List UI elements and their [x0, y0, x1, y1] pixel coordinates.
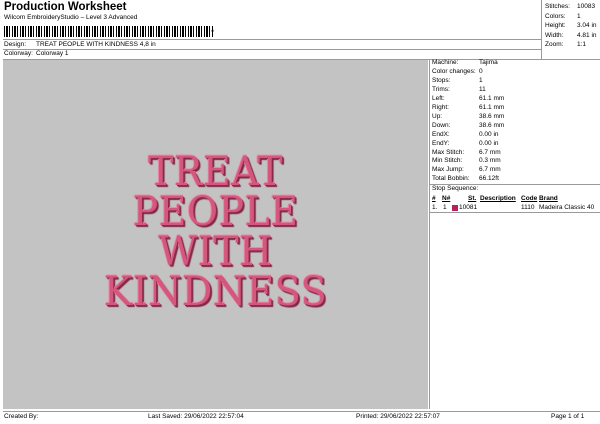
row-stitches: 10081	[459, 204, 478, 211]
last-saved: Last Saved: 29/06/2022 22:57:04	[148, 413, 244, 420]
stat-label: Colors:	[545, 12, 566, 20]
prop-value: 0	[479, 67, 483, 75]
prop-value: 61.1 mm	[479, 94, 505, 102]
stat-value: 3.04 in	[577, 22, 597, 30]
prop-label: Down:	[432, 121, 451, 129]
col-header-stitches: St.	[468, 195, 477, 202]
prop-value: 0.00 in	[479, 130, 499, 138]
design-line: TREAT	[148, 149, 283, 195]
stat-value: 1:1	[577, 41, 587, 49]
row-brand: Madeira Classic 40	[539, 204, 595, 211]
divider	[541, 0, 542, 59]
prop-value: 0.00 in	[479, 139, 499, 147]
prop-label: EndX:	[432, 130, 450, 138]
stat-value: 4.81 in	[577, 31, 597, 39]
row-index: 1.	[432, 204, 438, 211]
prop-label: EndY:	[432, 139, 450, 147]
worksheet-title: Production Worksheet	[4, 1, 127, 13]
stat-label: Height:	[545, 22, 566, 30]
col-header-description: Description	[480, 195, 516, 202]
prop-value: 1	[479, 76, 483, 84]
divider	[429, 59, 430, 409]
barcode	[4, 26, 214, 37]
col-header-needle: N#	[442, 195, 451, 202]
prop-value: 0.3 mm	[479, 157, 501, 165]
design-properties: Machine: Tajima Color changes: 0 Stops: 1 T…	[432, 59, 504, 184]
row-needle: 1	[443, 204, 447, 211]
prop-label: Max Stitch:	[432, 148, 465, 156]
design-value: TREAT PEOPLE WITH KINDNESS 4,8 in	[36, 41, 156, 48]
prop-value: 38.6 mm	[479, 112, 505, 120]
prop-value: 11	[479, 85, 486, 93]
stat-label: Stitches:	[545, 3, 570, 10]
prop-value: 61.1 mm	[479, 103, 505, 111]
stat-label: Zoom:	[545, 41, 564, 49]
design-line: KINDNESS	[103, 269, 328, 315]
colorway-value: Colorway 1	[36, 50, 69, 57]
col-header-code: Code	[521, 195, 538, 202]
design-line: PEOPLE	[132, 189, 299, 235]
prop-label: Machine:	[432, 59, 459, 66]
prop-value: 38.6 mm	[479, 121, 505, 129]
prop-label: Left:	[432, 94, 445, 102]
design-line: WITH	[158, 229, 273, 275]
divider	[430, 212, 600, 213]
prop-label: Trims:	[432, 85, 450, 93]
top-stats: Stitches: 10083 Colors: 1 Height: 3.04 in W…	[545, 2, 597, 50]
prop-label: Up:	[432, 112, 443, 120]
page-number: Page 1 of 1	[551, 413, 585, 420]
divider	[3, 49, 541, 50]
printed-date: Printed: 29/06/2022 22:57:07	[356, 413, 440, 420]
stat-value: 10083	[577, 3, 596, 10]
divider	[3, 39, 541, 40]
prop-label: Max Jump:	[432, 166, 464, 174]
embroidery-design: TREAT PEOPLE WITH KINDNESS	[14, 152, 418, 312]
stat-value: 1	[577, 12, 581, 20]
prop-value: Tajima	[479, 59, 498, 66]
design-preview: TREAT PEOPLE WITH KINDNESS	[3, 60, 428, 409]
prop-value: 6.7 mm	[479, 166, 501, 174]
barcode-suffix: *	[211, 28, 215, 37]
prop-label: Min Stitch:	[432, 157, 463, 165]
prop-label: Stops:	[432, 76, 451, 84]
prop-label: Right:	[432, 103, 449, 111]
color-swatch	[452, 205, 458, 211]
stop-sequence-title: Stop Sequence:	[432, 185, 479, 192]
prop-label: Color changes:	[432, 67, 476, 75]
colorway-label: Colorway:	[4, 50, 33, 57]
stat-label: Width:	[545, 31, 564, 39]
prop-value: 6.7 mm	[479, 148, 501, 156]
col-header-brand: Brand	[539, 195, 558, 202]
design-label: Design:	[4, 41, 27, 48]
created-by: Created By:	[4, 413, 39, 420]
software-name: Wilcom EmbroideryStudio – Level 3 Advanc…	[4, 14, 138, 21]
row-code: 1110	[521, 204, 535, 211]
col-header-index: #	[432, 195, 436, 202]
divider	[3, 411, 600, 412]
prop-value: 66.12ft	[479, 175, 499, 183]
prop-label: Total Bobbin:	[432, 175, 470, 183]
